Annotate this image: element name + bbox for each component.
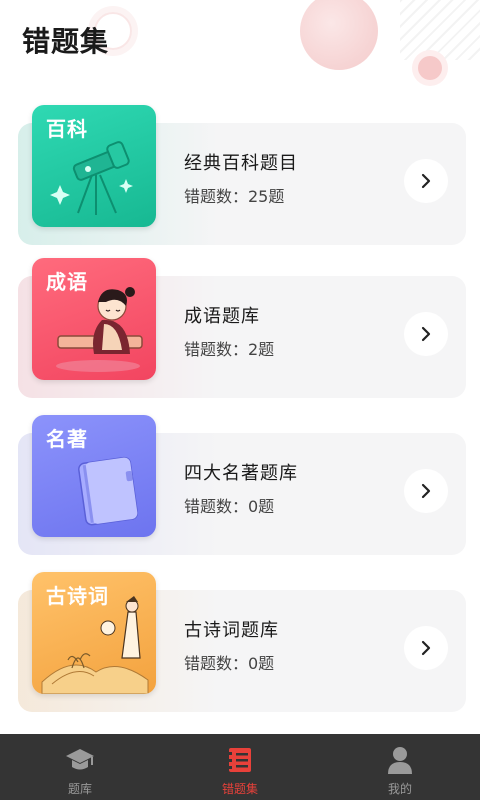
- open-button[interactable]: [404, 469, 448, 513]
- chevron-right-icon: [421, 640, 431, 656]
- tile-encyclopedia: 百科: [32, 105, 156, 227]
- tile-classics: 名著: [32, 415, 156, 537]
- bottom-tab-bar: 题库 错题集 我的: [0, 734, 480, 800]
- card-title: 古诗词题库: [184, 620, 279, 641]
- tab-label: 我的: [387, 782, 412, 796]
- card-poetry[interactable]: 古诗词 古诗词题库 错题数：0题: [18, 572, 466, 712]
- tile-poetry: 古诗词: [32, 572, 156, 694]
- open-button[interactable]: [404, 626, 448, 670]
- chevron-right-icon: [421, 173, 431, 189]
- tile-label: 成语: [46, 270, 88, 294]
- card-encyclopedia[interactable]: 百科 经典百科题目 错题数：25题: [18, 105, 466, 245]
- stripe-pattern: [400, 0, 480, 60]
- tile-label: 古诗词: [46, 584, 109, 608]
- open-button[interactable]: [404, 312, 448, 356]
- tab-label: 题库: [67, 782, 92, 796]
- tab-profile[interactable]: 我的: [320, 734, 480, 800]
- chevron-right-icon: [421, 483, 431, 499]
- page-title: 错题集: [22, 25, 110, 58]
- tile-idioms: 成语: [32, 258, 156, 380]
- error-count: 错题数：0题: [184, 654, 275, 673]
- tab-label: 错题集: [221, 782, 258, 796]
- decorative-ring: [418, 56, 442, 80]
- chevron-right-icon: [421, 326, 431, 342]
- card-classics[interactable]: 名著 四大名著题库 错题数：0题: [18, 415, 466, 555]
- tile-label: 名著: [46, 427, 88, 451]
- card-title: 四大名著题库: [184, 463, 298, 484]
- tab-question-bank[interactable]: 题库: [0, 734, 160, 800]
- notebook-list-icon: [224, 744, 256, 776]
- card-idioms[interactable]: 成语 成语题库 错题数：2题: [18, 258, 466, 398]
- tile-label: 百科: [46, 117, 88, 141]
- card-title: 成语题库: [184, 306, 260, 327]
- open-button[interactable]: [404, 159, 448, 203]
- graduation-cap-icon: [64, 744, 96, 776]
- error-count: 错题数：25题: [184, 187, 285, 206]
- error-count: 错题数：2题: [184, 340, 275, 359]
- tab-error-collection[interactable]: 错题集: [160, 734, 320, 800]
- decorative-circle: [300, 0, 378, 70]
- user-icon: [384, 744, 416, 776]
- card-title: 经典百科题目: [184, 153, 298, 174]
- error-count: 错题数：0题: [184, 497, 275, 516]
